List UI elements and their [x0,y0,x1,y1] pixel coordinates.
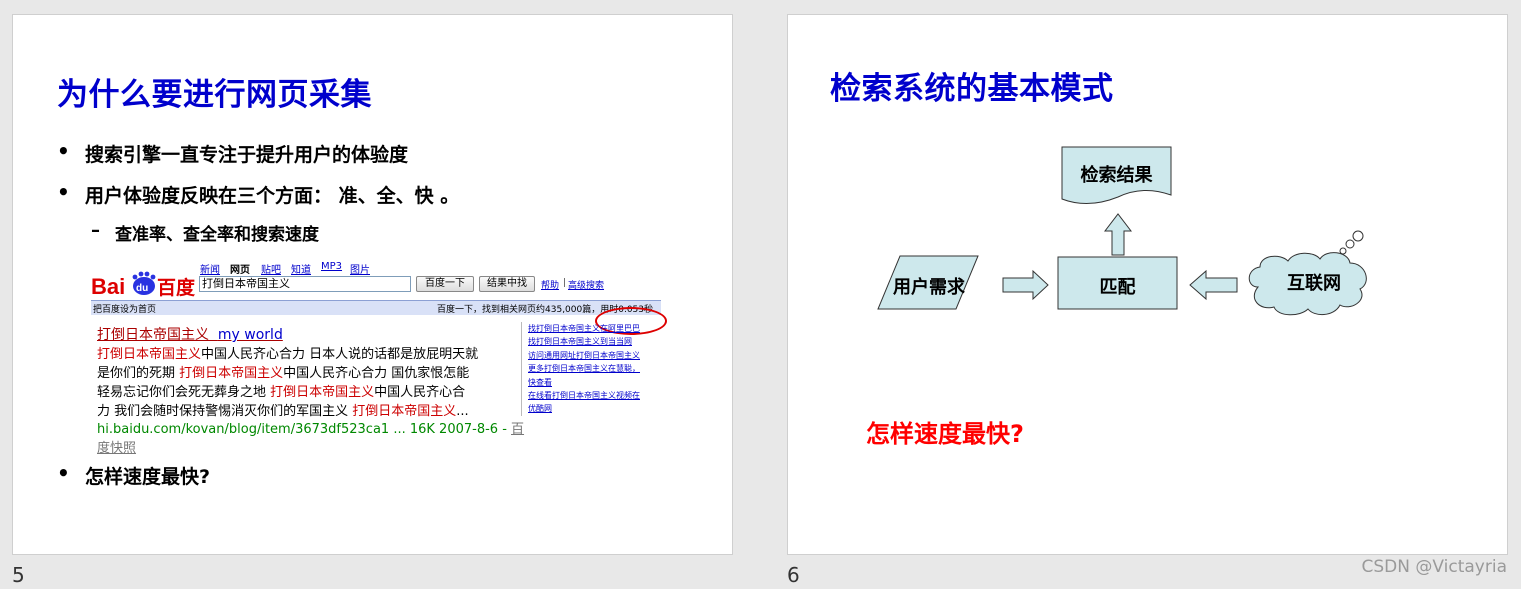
sub-bullet-text: 查准率、查全率和搜索速度 [115,225,319,245]
svg-text:Bai: Bai [91,274,125,298]
slide-number: 5 [12,563,25,587]
search-input[interactable]: 打倒日本帝国主义 [199,276,411,292]
snippet-text: 中国人民齐心合 [374,385,466,400]
nav-tieba[interactable]: 贴吧 [261,261,281,276]
cache-link[interactable]: 百 [511,422,524,437]
sidebar-link[interactable]: 找打倒日本帝国主义到当当网 [528,335,661,348]
snippet-text: 中国人民齐心合力 国仇家恨怎能 [283,366,470,381]
cloud-bubble-icon [1339,247,1347,255]
internet-label: 互联网 [1287,273,1341,294]
separator: | [563,278,567,288]
slide-number: 6 [787,563,800,587]
snippet-text: 轻易忘记你们会死无葬身之地 [97,385,271,400]
nav-mp3[interactable]: MP3 [321,261,342,272]
bullet-text: 搜索引擎一直专注于提升用户的体验度 [85,144,409,166]
snippet-text: 中国人民齐心合力 日本人说的话都是放屁明天就 [201,347,479,362]
result-snippet-line: 打倒日本帝国主义中国人民齐心合力 日本人说的话都是放屁明天就 [97,343,478,362]
result-snippet-line: 是你们的死期 打倒日本帝国主义中国人民齐心合力 国仇家恨怎能 [97,362,469,381]
nav-web[interactable]: 网页 [230,261,250,276]
match-label: 匹配 [1099,277,1136,298]
baidu-screenshot: Bai du 百度 新闻 网页 贴吧 知道 MP3 图片 打倒日本帝国主义 百度… [91,260,669,458]
bullet-text: 用户体验度反映在三个方面： 准、全、快 。 [85,185,460,207]
dash-icon: – [91,220,100,241]
advanced-search-link[interactable]: 高级搜索 [568,278,604,291]
snippet-text: 是你们的死期 [97,366,180,381]
sidebar-link[interactable]: 在线看打倒日本帝国主义视频在 [528,389,661,402]
bullet-dot-icon: • [57,139,70,163]
bullet-dot-icon: • [57,180,70,204]
snippet-text: 打倒日本帝国主义 [97,347,202,362]
slide-title: 为什么要进行网页采集 [57,77,372,113]
snippet-text: 打倒日本帝国主义 [270,385,375,400]
baidu-logo-icon: Bai du 百度 [91,271,196,298]
result-title-link[interactable]: 打倒日本帝国主义 my world [97,324,283,344]
search-button[interactable]: 百度一下 [416,276,474,292]
sidebar-link[interactable]: 找打倒日本帝国主义在阿里巴巴 [528,322,661,335]
cloud-bubble-icon [1345,239,1355,249]
sidebar-link[interactable]: 快查看 [528,376,661,389]
result-url-text: hi.baidu.com/kovan/blog/item/3673df523ca… [97,422,512,437]
nav-images[interactable]: 图片 [350,261,370,276]
watermark: CSDN @Victayria [1361,557,1507,577]
demand-label: 用户需求 [893,277,965,298]
up-arrow-icon [1103,213,1133,256]
result-title-en: my world [217,327,283,343]
right-arrow-icon [1002,269,1049,301]
slide-6[interactable]: 检索系统的基本模式 检索结果 用户需求 匹配 互联网 怎样速度最快? [787,14,1508,555]
set-homepage-link[interactable]: 把百度设为首页 [93,302,156,315]
snippet-text: 打倒日本帝国主义 [352,404,457,419]
result-snippet-line: 轻易忘记你们会死无葬身之地 打倒日本帝国主义中国人民齐心合 [97,381,465,400]
cache-link[interactable]: 度快照 [97,437,136,456]
result-url: hi.baidu.com/kovan/blog/item/3673df523ca… [97,418,524,437]
speed-question: 怎样速度最快? [866,420,1024,448]
sidebar-link[interactable]: 访问通用网址打倒日本帝国主义 [528,349,661,362]
nav-zhidao[interactable]: 知道 [291,261,311,276]
sidebar-links: 找打倒日本帝国主义在阿里巴巴 找打倒日本帝国主义到当当网 访问通用网址打倒日本帝… [521,322,661,416]
result-label: 检索结果 [1080,165,1153,186]
slide-5[interactable]: 为什么要进行网页采集 • 搜索引擎一直专注于提升用户的体验度 • 用户体验度反映… [12,14,733,555]
snippet-text: 打倒日本帝国主义 [179,366,284,381]
help-link[interactable]: 帮助 [541,278,559,291]
snippet-text: 力 我们会随时保持警惕消灭你们的军国主义 [97,404,353,419]
bullet-dot-icon: • [57,461,70,485]
sidebar-link[interactable]: 优酷网 [528,402,661,415]
search-within-button[interactable]: 结果中找 [479,276,535,292]
logo-text: 百度 [157,276,196,298]
result-snippet-line: 力 我们会随时保持警惕消灭你们的军国主义 打倒日本帝国主义... [97,400,469,419]
snippet-text: ... [456,404,469,419]
result-title-cn: 打倒日本帝国主义 [97,327,209,343]
results-stats-bar: 把百度设为首页 百度一下，找到相关网页约435,000篇，用时0.053秒 [91,300,661,315]
cloud-bubble-icon [1352,230,1364,242]
left-arrow-icon [1189,269,1238,301]
sidebar-link[interactable]: 更多打倒日本帝国主义在慧聪， [528,362,661,375]
nav-news[interactable]: 新闻 [200,261,220,276]
bullet-text: 怎样速度最快? [85,466,211,488]
svg-text:du: du [136,283,148,294]
